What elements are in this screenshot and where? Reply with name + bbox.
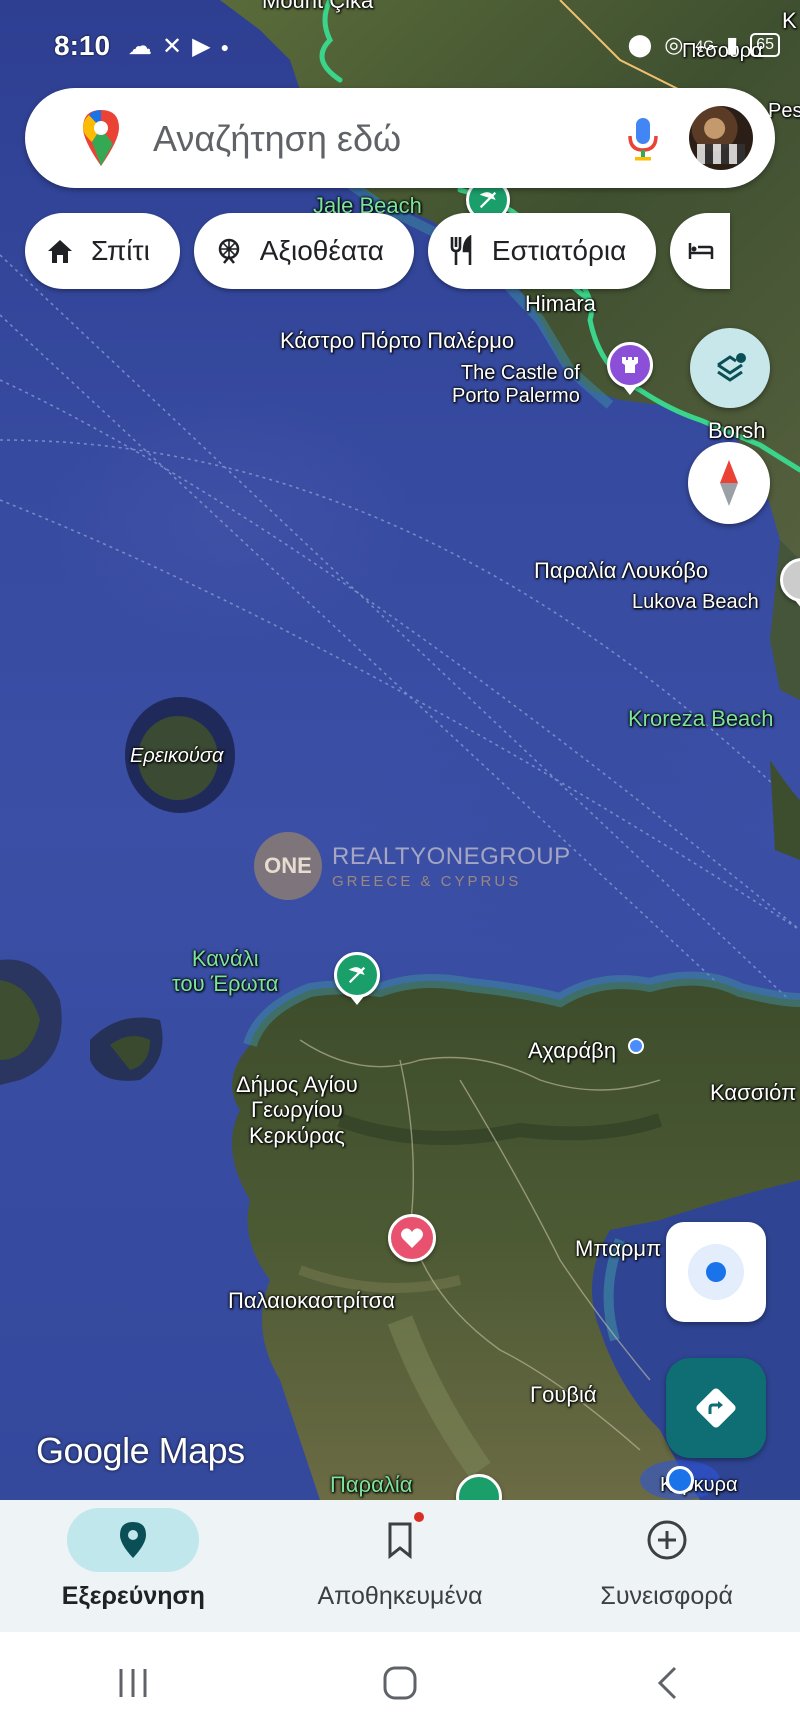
home-circle-icon — [383, 1666, 417, 1699]
map-label-palaiokastritsa[interactable]: Παλαιοκαστρίτσα — [228, 1288, 395, 1313]
missed-call-icon: ✕ — [162, 33, 183, 60]
chip-attractions-label: Αξιοθέατα — [259, 235, 384, 266]
hotel-icon — [689, 243, 714, 259]
nav-explore-label: Εξερεύνηση — [61, 1582, 205, 1610]
layers-icon — [717, 353, 746, 382]
my-location-icon — [688, 1244, 744, 1300]
chip-more-partial[interactable] — [670, 213, 731, 289]
microphone-icon[interactable] — [625, 114, 661, 162]
category-chips: Σπίτι Αξιοθέατα Εστιατόρια — [25, 213, 731, 289]
home-button[interactable] — [340, 1643, 460, 1723]
nav-contribute-label: Συνεισφορά — [600, 1582, 733, 1610]
realty-watermark: ONE REALTYONEGROUP GREECE & CYPRUS — [254, 832, 571, 900]
google-maps-pin-logo-icon — [83, 110, 119, 166]
layers-button[interactable] — [690, 328, 770, 408]
back-button[interactable] — [607, 1643, 727, 1723]
chip-restaurants-label: Εστιατόρια — [491, 235, 627, 266]
map-label-acharavi[interactable]: Αχαράβη — [528, 1038, 616, 1063]
signal-icon: ▮ — [726, 32, 739, 57]
my-location-button[interactable] — [666, 1222, 766, 1322]
dot-icon: ● — [220, 38, 230, 55]
directions-icon — [696, 1388, 736, 1428]
map-label-lukova-en[interactable]: Lukova Beach — [632, 591, 759, 614]
compass-button[interactable] — [688, 442, 770, 524]
search-bar[interactable]: Αναζήτηση εδώ — [25, 88, 775, 188]
town-dot-icon[interactable] — [628, 1038, 644, 1054]
chip-home[interactable]: Σπίτι — [25, 213, 180, 289]
bookmark-icon — [388, 1522, 412, 1559]
attractions-icon — [218, 238, 240, 264]
youtube-icon: ▶ — [192, 33, 211, 60]
avatar[interactable] — [689, 106, 753, 170]
map-label-kroreza[interactable]: Kroreza Beach — [628, 706, 774, 731]
system-navigation-bar — [0, 1632, 800, 1733]
add-circle-icon — [647, 1520, 687, 1560]
map-label-barbati[interactable]: Μπαρμπ — [575, 1236, 661, 1261]
nav-saved[interactable]: Αποθηκευμένα — [267, 1500, 534, 1632]
map-label-himara[interactable]: Himara — [525, 291, 596, 316]
map-label-borsh[interactable]: Borsh — [708, 418, 765, 443]
battery-icon: 65 — [750, 33, 780, 57]
chip-home-label: Σπίτι — [91, 235, 150, 266]
directions-button[interactable] — [666, 1358, 766, 1458]
current-location-dot — [666, 1466, 694, 1494]
recent-apps-button[interactable] — [73, 1643, 193, 1723]
nav-saved-label: Αποθηκευμένα — [317, 1582, 483, 1610]
map-label-porto-palermo-gr[interactable]: Κάστρο Πόρτο Παλέρμο — [280, 328, 514, 353]
nav-explore[interactable]: Εξερεύνηση — [0, 1500, 267, 1632]
nav-contribute[interactable]: Συνεισφορά — [533, 1500, 800, 1632]
status-time: 8:10 — [54, 30, 111, 61]
home-icon — [48, 240, 72, 263]
beach-pin-icon[interactable] — [334, 952, 380, 998]
location-icon: ⬤ — [627, 32, 653, 57]
realty-logo: ONE — [254, 832, 322, 900]
watermark-line2: GREECE & CYPRUS — [332, 872, 522, 890]
search-input[interactable]: Αναζήτηση εδώ — [153, 118, 401, 160]
watermark-line1: REALTYONEGROUP — [332, 842, 571, 870]
4g-icon: 4G — [695, 37, 715, 53]
back-chevron-icon — [657, 1666, 676, 1699]
map-label-porto-palermo-en[interactable]: The Castle of Porto Palermo — [452, 362, 580, 408]
google-maps-logo: Google Maps — [36, 1430, 245, 1471]
status-bar: 8:10 ☁ ✕ ▶ ● ⬤ ◎ 4G ▮ 65 — [0, 0, 800, 90]
recent-apps-icon — [119, 1668, 147, 1697]
hotspot-icon: ◎ — [664, 32, 684, 57]
map-label-kanali[interactable]: Κανάλι του Έρωτα — [172, 946, 279, 997]
map-label-kassiopi[interactable]: Κασσιόπ — [710, 1080, 796, 1105]
chip-restaurants[interactable]: Εστιατόρια — [427, 213, 657, 289]
map-label-gouvia[interactable]: Γουβιά — [530, 1382, 597, 1407]
bottom-navigation: Εξερεύνηση Αποθηκευμένα Συνεισφορά — [0, 1500, 800, 1632]
cloud-icon: ☁ — [128, 33, 152, 60]
map-label-dimos[interactable]: Δήμος Αγίου Γεωργίου Κερκύρας — [236, 1072, 358, 1148]
map-label-paralia[interactable]: Παραλία — [330, 1472, 412, 1497]
saved-favorite-pin-icon[interactable] — [388, 1214, 436, 1262]
explore-pin-icon — [120, 1522, 147, 1558]
castle-pin-icon[interactable] — [607, 342, 653, 388]
compass-icon — [720, 460, 738, 506]
restaurant-icon — [450, 235, 472, 265]
map-label-pes[interactable]: Pes — [768, 100, 800, 123]
map-label-lukova-gr[interactable]: Παραλία Λουκόβο — [534, 558, 708, 583]
map-label-ereikousa[interactable]: Ερεικούσα — [130, 745, 223, 768]
chip-attractions[interactable]: Αξιοθέατα — [193, 213, 414, 289]
saved-badge-dot — [414, 1512, 424, 1522]
